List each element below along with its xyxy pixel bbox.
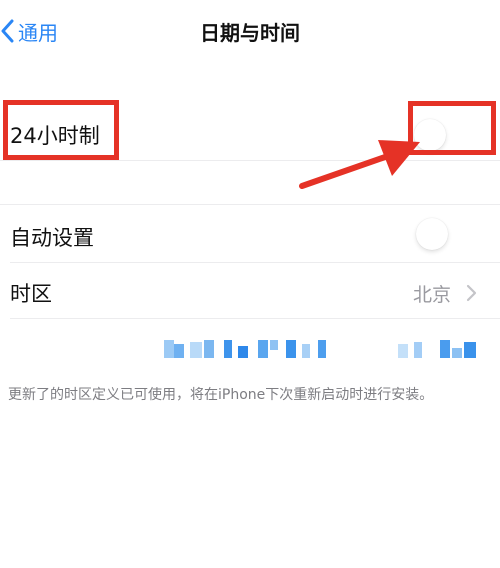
divider bbox=[10, 318, 500, 319]
row-redacted bbox=[0, 320, 500, 376]
chevron-right-icon bbox=[466, 284, 477, 302]
auto-set-toggle[interactable] bbox=[415, 217, 473, 251]
row-time-zone-label: 时区 bbox=[10, 282, 52, 306]
highlight-box-label bbox=[3, 100, 119, 160]
row-auto-set: 自动设置 bbox=[0, 206, 500, 262]
arrow-annotation-icon bbox=[299, 140, 420, 189]
toggle-knob bbox=[416, 218, 448, 250]
row-auto-set-label: 自动设置 bbox=[10, 226, 94, 250]
row-time-zone[interactable]: 时区 北京 bbox=[0, 264, 500, 318]
time-zone-value: 北京 bbox=[413, 284, 452, 306]
section-separator bbox=[0, 204, 500, 205]
footer-note: 更新了的时区定义已可使用，将在iPhone下次重新启动时进行安装。 bbox=[8, 387, 434, 403]
page-title: 日期与时间 bbox=[200, 21, 300, 45]
divider bbox=[10, 262, 500, 263]
navigation-bar: 通用 日期与时间 bbox=[0, 0, 500, 60]
